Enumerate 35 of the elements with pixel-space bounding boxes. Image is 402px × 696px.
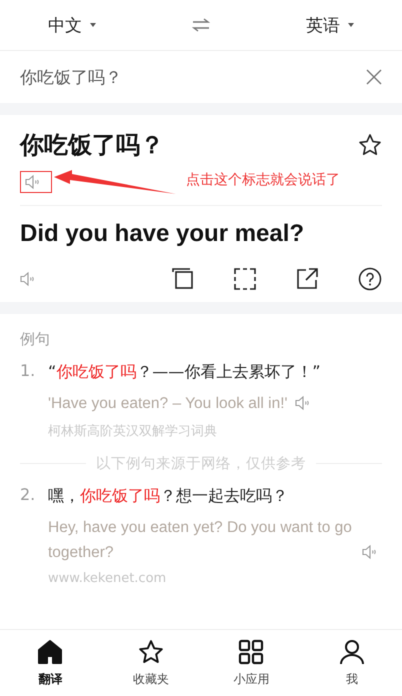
- fullscreen-icon[interactable]: [234, 268, 256, 290]
- example-sentence: “你吃饭了吗？——你看上去累坏了！”: [48, 361, 322, 383]
- close-icon[interactable]: [366, 69, 382, 85]
- nav-tab[interactable]: 小应用: [216, 638, 286, 688]
- speaker-icon[interactable]: [295, 396, 312, 410]
- annotation-text: 点击这个标志就会说话了: [186, 171, 340, 189]
- help-icon[interactable]: [358, 267, 382, 291]
- star-icon[interactable]: [358, 133, 382, 157]
- home-icon: [37, 638, 64, 664]
- example-sentence: 嘿，你吃饭了吗？想一起去吃吗？: [48, 485, 289, 507]
- example-translation: 'Have you eaten? – You look all in!': [48, 394, 288, 414]
- star-icon: [138, 638, 164, 664]
- speaker-icon[interactable]: [25, 175, 41, 189]
- caret-icon: [348, 23, 354, 27]
- swap-icon[interactable]: [192, 18, 210, 32]
- source-text: 你吃饭了吗？: [20, 130, 164, 161]
- example-source: www.kekenet.com: [48, 571, 168, 586]
- person-icon: [338, 638, 365, 664]
- share-icon[interactable]: [296, 268, 318, 290]
- nav-tab[interactable]: 翻译: [15, 638, 86, 688]
- grid-icon: [238, 638, 264, 664]
- section-heading: 例句: [20, 330, 51, 349]
- example-number: 2.: [20, 484, 36, 506]
- copy-icon[interactable]: [172, 268, 194, 290]
- source-language-dropdown[interactable]: 中文: [48, 14, 96, 36]
- target-language-dropdown[interactable]: 英语: [306, 14, 354, 36]
- speaker-icon[interactable]: [20, 272, 36, 286]
- nav-tab[interactable]: 我: [316, 638, 387, 688]
- nav-tab[interactable]: 收藏夹: [116, 638, 186, 688]
- speaker-icon[interactable]: [362, 545, 378, 559]
- input-field[interactable]: 你吃饭了吗？: [20, 67, 356, 87]
- example-translation: Hey, have you eaten yet? Do you want to go together?: [48, 518, 353, 563]
- example-number: 1.: [20, 360, 36, 382]
- translation-text: Did you have your meal?: [20, 220, 306, 248]
- caret-icon: [90, 23, 96, 27]
